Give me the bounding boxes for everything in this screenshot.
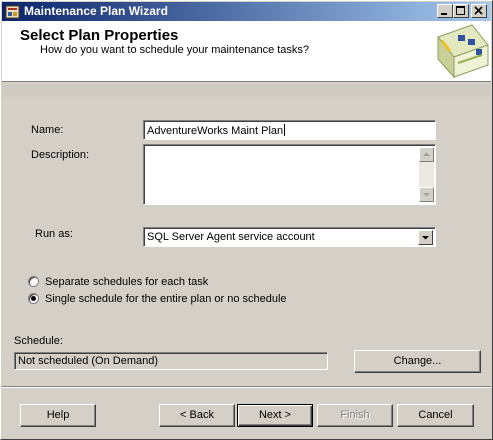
help-button[interactable]: Help: [20, 404, 96, 427]
run-as-select[interactable]: SQL Server Agent service account: [143, 227, 436, 247]
page-title: Select Plan Properties: [20, 27, 179, 44]
schedule-display: Not scheduled (On Demand): [14, 352, 328, 370]
wizard-header: Select Plan Properties How do you want t…: [2, 21, 491, 82]
maximize-icon: [456, 6, 465, 15]
run-as-dropdown-button[interactable]: [418, 230, 433, 245]
description-label: Description:: [31, 149, 90, 161]
header-separator-band: [2, 84, 491, 97]
maximize-button[interactable]: [453, 4, 469, 18]
close-button[interactable]: [471, 4, 487, 18]
schedule-label: Schedule:: [14, 335, 63, 347]
radio-separate-schedules-label[interactable]: Separate schedules for each task: [45, 276, 208, 289]
name-input-value: AdventureWorks Maint Plan: [147, 125, 284, 137]
next-button[interactable]: Next >: [237, 404, 313, 427]
close-icon: [474, 6, 483, 15]
maintenance-plan-graphic: [437, 24, 489, 79]
page-subtitle: How do you want to schedule your mainten…: [40, 44, 310, 56]
finish-button[interactable]: Finish: [317, 404, 393, 427]
run-as-selected-value: SQL Server Agent service account: [147, 231, 315, 243]
name-label: Name:: [31, 124, 64, 136]
name-input[interactable]: AdventureWorks Maint Plan: [143, 120, 436, 140]
scroll-down-button[interactable]: [419, 187, 434, 202]
footer-divider-highlight: [2, 387, 491, 388]
scroll-down-arrow-icon: [423, 193, 430, 197]
minimize-icon: [441, 13, 447, 15]
description-textarea[interactable]: [143, 144, 436, 205]
back-button[interactable]: < Back: [159, 404, 235, 427]
run-as-label: Run as:: [35, 228, 73, 240]
schedule-value: Not scheduled (On Demand): [18, 355, 159, 367]
change-schedule-button[interactable]: Change...: [354, 350, 481, 373]
scroll-up-arrow-icon: [423, 152, 430, 156]
radio-separate-schedules[interactable]: [28, 276, 39, 287]
wizard-window: Maintenance Plan Wizard Select Plan Prop…: [0, 0, 493, 440]
radio-single-schedule-label[interactable]: Single schedule for the entire plan or n…: [45, 293, 287, 306]
window-title: Maintenance Plan Wizard: [24, 4, 168, 18]
radio-single-schedule[interactable]: [28, 293, 39, 304]
text-caret: [284, 124, 286, 136]
dropdown-arrow-icon: [422, 236, 429, 240]
wizard-app-icon: [5, 5, 20, 19]
cancel-button[interactable]: Cancel: [397, 404, 474, 427]
description-scrollbar[interactable]: [419, 147, 434, 202]
title-bar[interactable]: Maintenance Plan Wizard: [2, 2, 491, 21]
minimize-button[interactable]: [437, 4, 453, 18]
scroll-up-button[interactable]: [419, 147, 434, 162]
radio-selected-dot: [31, 296, 36, 301]
